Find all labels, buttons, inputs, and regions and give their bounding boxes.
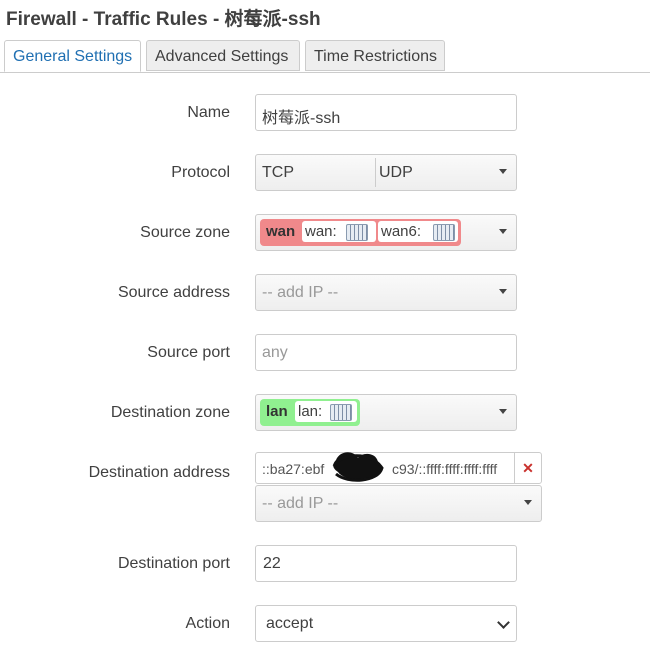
destination-port-input[interactable]: 22 (255, 545, 517, 582)
source-address-label: Source address (117, 284, 230, 301)
name-value: 树莓派-ssh (262, 110, 341, 127)
interface-wan: wan: (302, 221, 376, 242)
redaction-scribble (332, 452, 384, 482)
action-label: Action (185, 615, 230, 632)
tab-advanced-settings[interactable]: Advanced Settings (146, 40, 300, 71)
source-address-placeholder: -- add IP -- (262, 284, 339, 301)
destination-address-label: Destination address (88, 464, 230, 481)
protocol-select[interactable]: TCP UDP (255, 154, 517, 191)
zone-badge-lan: lan lan: (260, 399, 360, 426)
network-port-icon (346, 224, 368, 241)
interface-label: lan: (298, 403, 323, 420)
name-input[interactable]: 树莓派-ssh (255, 94, 517, 131)
destination-address-select[interactable]: -- add IP -- (255, 485, 542, 522)
page-title: Firewall - Traffic Rules - 树莓派-ssh (6, 9, 321, 30)
source-port-placeholder: any (262, 344, 288, 361)
tab-general-settings[interactable]: General Settings (4, 40, 141, 72)
source-port-label: Source port (147, 344, 230, 361)
destination-address-prefix: ::ba27:ebf (262, 461, 325, 477)
protocol-udp: UDP (379, 164, 413, 181)
network-port-icon (330, 404, 352, 421)
destination-zone-label: Destination zone (110, 404, 230, 421)
tab-bar: General Settings Advanced Settings Time … (0, 40, 650, 73)
interface-lan: lan: (295, 401, 357, 422)
source-address-select[interactable]: -- add IP -- (255, 274, 517, 311)
protocol-divider (375, 158, 376, 187)
zone-badge-wan: wan wan: wan6: (260, 219, 461, 246)
destination-port-label: Destination port (117, 555, 230, 572)
destination-address-suffix: c93/::ffff:ffff:ffff:ffff (392, 461, 498, 477)
protocol-label: Protocol (171, 164, 230, 181)
chevron-down-icon (499, 409, 507, 414)
chevron-down-icon (497, 616, 510, 629)
network-port-icon (433, 224, 455, 241)
action-value: accept (266, 615, 314, 632)
zone-name: lan (266, 403, 288, 420)
remove-address-button[interactable]: ✕ (514, 453, 541, 483)
interface-label: wan6: (381, 223, 422, 240)
interface-label: wan: (305, 223, 337, 240)
source-zone-select[interactable]: wan wan: wan6: (255, 214, 517, 251)
destination-zone-select[interactable]: lan lan: (255, 394, 517, 431)
interface-wan6: wan6: (378, 221, 458, 242)
zone-name: wan (266, 223, 296, 240)
destination-address-placeholder: -- add IP -- (262, 495, 339, 512)
chevron-down-icon (524, 500, 532, 505)
protocol-tcp: TCP (262, 164, 294, 181)
destination-port-value: 22 (263, 555, 281, 572)
chevron-down-icon (499, 169, 507, 174)
name-label: Name (187, 104, 230, 121)
chevron-down-icon (499, 229, 507, 234)
destination-address-chip: ::ba27:ebf c93/::ffff:ffff:ffff:ffff ✕ (255, 452, 542, 484)
source-port-input[interactable]: any (255, 334, 517, 371)
action-select[interactable]: accept (255, 605, 517, 642)
chevron-down-icon (499, 289, 507, 294)
source-zone-label: Source zone (140, 224, 230, 241)
tab-time-restrictions[interactable]: Time Restrictions (305, 40, 445, 71)
